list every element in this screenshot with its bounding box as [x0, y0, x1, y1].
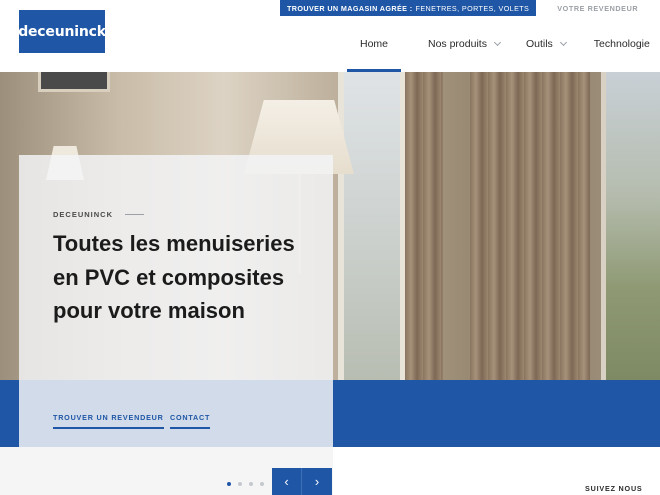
nav-item-label: Outils [525, 38, 553, 50]
below-hero-section: ‹ › SUIVEZ NOUS [0, 447, 660, 495]
nav-item-label: Nos produits [428, 38, 487, 50]
hero-headline: Toutes les menuiseries en PVC et composi… [53, 231, 295, 324]
eyebrow-divider [125, 214, 145, 215]
nav-item-home[interactable]: Home [347, 16, 401, 72]
find-store-label: TROUVER UN MAGASIN AGRÉE : [287, 3, 413, 13]
nav-item-nos-produits[interactable]: Nos produits [428, 16, 501, 72]
hero-photo-window-right [601, 72, 660, 380]
find-reseller-button[interactable]: TROUVER UN REVENDEUR [53, 413, 164, 429]
slider-dot[interactable] [227, 482, 231, 486]
nav-item-technologie[interactable]: Technologie [594, 16, 650, 72]
hero-photo-curtain [470, 72, 590, 380]
slider-next-button[interactable]: › [302, 468, 332, 495]
find-store-sub: FENETRES, PORTES, VOLETS [415, 3, 530, 13]
hero-eyebrow: DECEUNINCK [53, 210, 145, 219]
hero-photo-curtain [405, 72, 443, 380]
nav-item-label: Home [359, 38, 388, 50]
nav-item-label: Technologie [593, 38, 650, 50]
contact-button[interactable]: CONTACT [170, 413, 211, 429]
topbar-more-link[interactable]: D [638, 0, 660, 16]
slider-dots [227, 482, 264, 486]
chevron-down-icon [559, 38, 567, 47]
chevron-down-icon [493, 38, 501, 47]
slider-dot[interactable] [260, 482, 264, 486]
find-store-link[interactable]: TROUVER UN MAGASIN AGRÉE : FENETRES, POR… [280, 0, 537, 16]
chevron-right-icon: › [314, 474, 320, 489]
hero-photo-tv [38, 72, 110, 92]
nav-item-outils[interactable]: Outils [525, 16, 567, 72]
slider-dot[interactable] [238, 482, 242, 486]
chevron-left-icon: ‹ [284, 474, 289, 489]
slider-prev-button[interactable]: ‹ [272, 468, 302, 495]
main-nav: Home Nos produits Outils Technologie [347, 16, 650, 72]
hero-text-panel: DECEUNINCK Toutes les menuiseries en PVC… [19, 155, 333, 447]
deceuninck-logo[interactable]: deceuninck [18, 10, 106, 53]
slider-controls-area: ‹ › [0, 447, 333, 495]
hero-eyebrow-label: DECEUNINCK [53, 210, 114, 219]
your-reseller-link[interactable]: VOTRE REVENDEUR [536, 0, 638, 16]
site-header: deceuninck TROUVER UN MAGASIN AGRÉE : FE… [0, 0, 660, 72]
follow-us-label: SUIVEZ NOUS [585, 484, 643, 493]
top-bar: TROUVER UN MAGASIN AGRÉE : FENETRES, POR… [280, 0, 660, 16]
logo-text: deceuninck [18, 23, 106, 40]
slider-dot[interactable] [249, 482, 253, 486]
hero-photo-window [338, 72, 406, 380]
